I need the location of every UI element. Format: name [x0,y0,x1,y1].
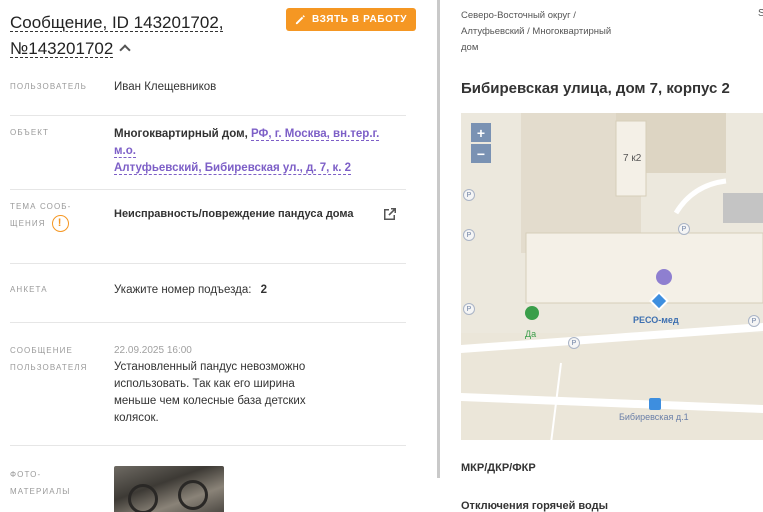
shop-icon[interactable] [525,306,539,320]
map-road [673,178,727,215]
message-text-1: Установленный пандус невозможно [114,361,306,373]
map[interactable]: + − 7 к2 РЕСО-мед Бибиревская д.1 Да P P… [461,113,763,440]
field-topic: ТЕМА СООБ- ЩЕНИЯ! Неисправность/поврежде… [10,198,406,264]
user-name: Иван Клещевников [114,81,217,93]
field-object: ОБЪЕКТ Многоквартирный дом, РФ, г. Москв… [10,124,406,190]
district-line-1: Северо-Восточный округ / [461,10,576,21]
page-title: Сообщение, ID 143201702, №143201702 [10,10,280,62]
object-address-heading: Бибиревская улица, дом 7, корпус 2 [461,80,730,97]
field-label-message: СООБЩЕНИЕ ПОЛЬЗОВАТЕЛЯ [10,342,100,376]
object-type: Многоквартирный дом, [114,128,248,140]
bus-stop-icon[interactable] [649,398,661,410]
district-breadcrumb: Северо-Восточный округ / Алтуфьевский / … [461,8,661,56]
take-to-work-button[interactable]: ВЗЯТЬ В РАБОТУ [286,8,416,31]
title-line-1: Сообщение, ID 143201702, [10,13,224,32]
shop-label: Да [525,329,537,339]
parking-icon: P [748,315,760,327]
zoom-in-button[interactable]: + [471,123,491,142]
photo-thumbnail[interactable] [114,466,224,512]
map-building-gray [723,193,763,223]
parking-icon: P [463,189,475,201]
zoom-out-button[interactable]: − [471,144,491,163]
field-label-user: ПОЛЬЗОВАТЕЛЬ [10,82,87,91]
pharmacy-label: РЕСО-мед [633,315,679,325]
map-canvas [461,113,763,440]
section-hot-water: Отключения горячей воды [461,500,608,512]
form-answer: 2 [260,284,268,296]
object-address-link-2[interactable]: Алтуфьевский, Бибиревская ул., д. 7, к. … [114,162,352,175]
title-line-2: №143201702 [10,39,114,58]
message-text-3: меньше чем колесные база детских [114,395,306,407]
map-building-main [525,232,763,304]
district-line-2: Алтуфьевский / Многоквартирный [461,26,612,37]
parking-icon: P [463,229,475,241]
field-user: ПОЛЬЗОВАТЕЛЬ Иван Клещевников [10,78,406,116]
object-info-panel: Северо-Восточный округ / Алтуфьевский / … [440,0,763,512]
parking-icon: P [678,223,690,235]
chevron-up-icon[interactable] [119,44,131,56]
truncated-text: S [758,8,763,19]
zoom-controls: + − [471,123,491,165]
warning-icon[interactable]: ! [51,215,69,233]
parking-icon: P [568,337,580,349]
section-mkr: МКР/ДКР/ФКР [461,462,536,474]
message-body: 22.09.2025 16:00 Установленный пандус не… [114,342,394,427]
object-value: Многоквартирный дом, РФ, г. Москва, вн.т… [114,126,404,177]
form-value: Укажите номер подъезда: 2 [114,282,267,299]
topic-label-1: ТЕМА СООБ- [10,202,72,211]
message-label-1: СООБЩЕНИЕ [10,346,73,355]
photo-detail [178,480,208,510]
field-label-form: АНКЕТА [10,285,48,294]
parking-icon: P [463,303,475,315]
message-date: 22.09.2025 16:00 [114,345,192,356]
field-label-object: ОБЪЕКТ [10,128,50,137]
field-label-photos: ФОТО- МАТЕРИАЛЫ [10,466,100,500]
form-question: Укажите номер подъезда: [114,284,252,296]
photo-detail [128,484,158,512]
photos-label-2: МАТЕРИАЛЫ [10,487,71,496]
message-label-2: ПОЛЬЗОВАТЕЛЯ [10,363,88,372]
topic-value: Неисправность/повреждение пандуса дома [114,208,354,220]
topic-label-2: ЩЕНИЯ [10,219,46,228]
field-form: АНКЕТА Укажите номер подъезда: 2 [10,281,406,323]
object-location-marker[interactable] [656,269,672,285]
field-label-topic: ТЕМА СООБ- ЩЕНИЯ! [10,198,100,233]
message-text-2: использовать. Так как его ширина [114,378,295,390]
message-details-panel: Сообщение, ID 143201702, №143201702 ВЗЯТ… [0,0,430,512]
take-to-work-label: ВЗЯТЬ В РАБОТУ [311,14,408,25]
bus-stop-label: Бибиревская д.1 [619,412,689,422]
field-message: СООБЩЕНИЕ ПОЛЬЗОВАТЕЛЯ 22.09.2025 16:00 … [10,342,406,446]
external-link-icon[interactable] [382,206,398,222]
message-text-4: колясок. [114,412,159,424]
photos-label-1: ФОТО- [10,470,42,479]
pencil-icon [295,15,305,25]
district-line-3: дом [461,42,479,53]
building-label: 7 к2 [623,153,642,164]
